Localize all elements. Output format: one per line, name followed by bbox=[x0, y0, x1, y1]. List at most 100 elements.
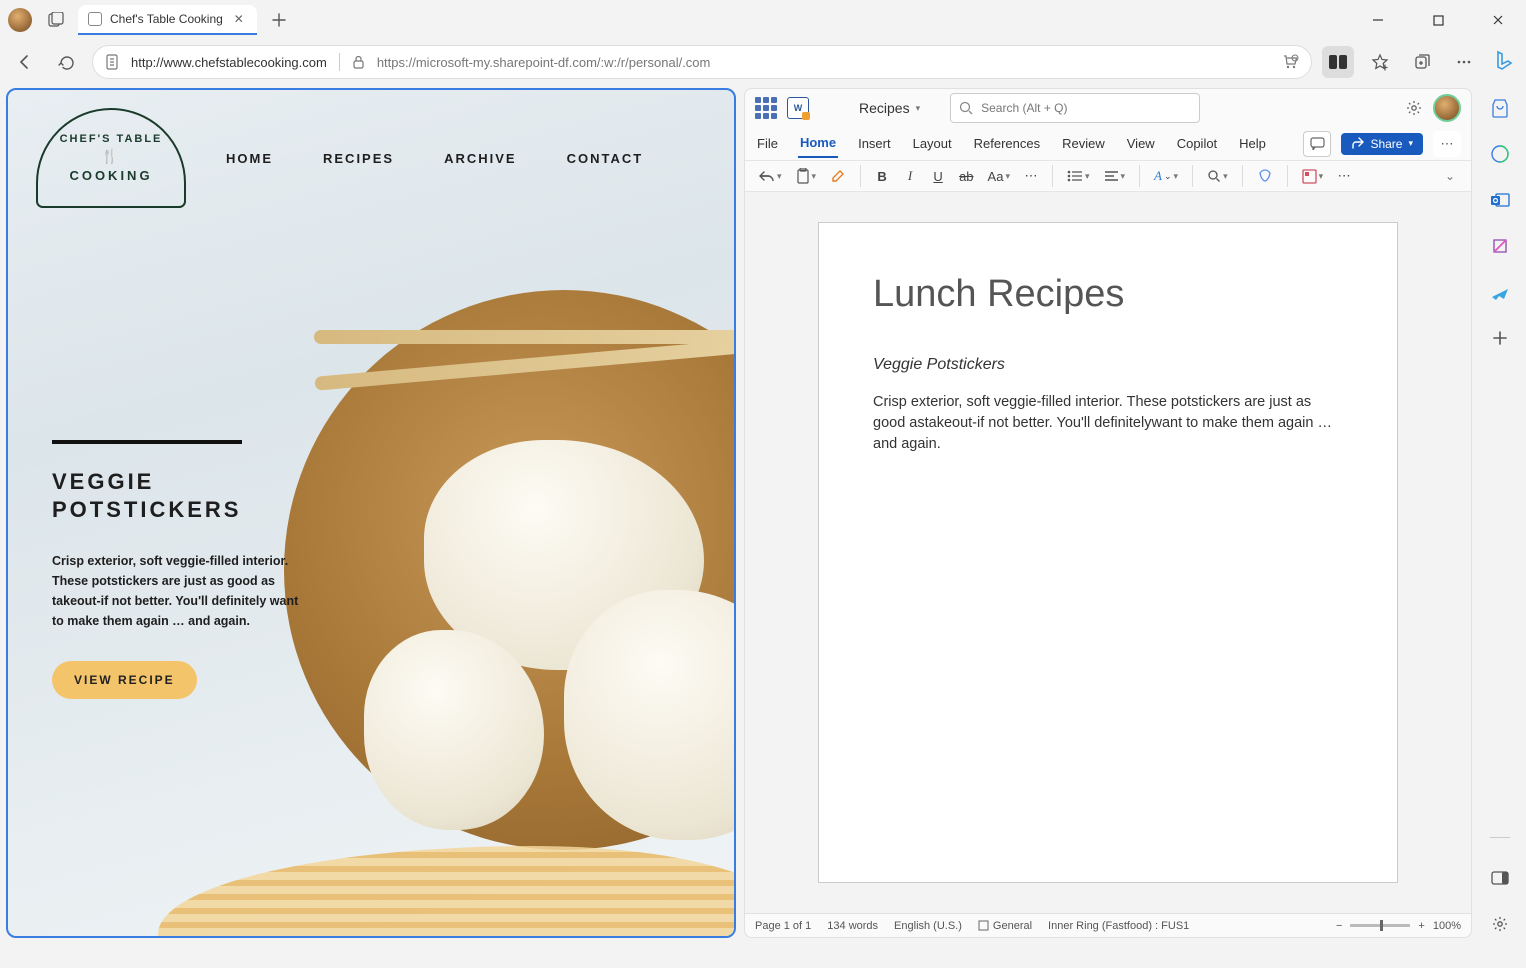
tab-actions-button[interactable] bbox=[40, 4, 72, 36]
split-screen-button[interactable] bbox=[1322, 46, 1354, 78]
bullets-button[interactable]: ▾ bbox=[1063, 166, 1094, 186]
status-general[interactable]: General bbox=[978, 920, 1032, 932]
close-window-button[interactable] bbox=[1478, 4, 1518, 36]
tab-review[interactable]: Review bbox=[1060, 130, 1107, 157]
styles-button[interactable]: A⌄▾ bbox=[1150, 165, 1182, 187]
outlook-sidebar-icon[interactable] bbox=[1486, 186, 1514, 214]
settings-icon[interactable] bbox=[1405, 99, 1423, 117]
paste-button[interactable]: ▾ bbox=[792, 165, 821, 187]
site-logo[interactable]: CHEF'S TABLE 🍴 COOKING bbox=[36, 108, 186, 208]
more-button[interactable] bbox=[1448, 46, 1480, 78]
sidebar-toggle-icon[interactable] bbox=[1486, 864, 1514, 892]
nav-recipes[interactable]: RECIPES bbox=[323, 151, 394, 166]
drop-sidebar-icon[interactable] bbox=[1486, 278, 1514, 306]
site-info-icon[interactable] bbox=[105, 54, 119, 70]
more-options-button[interactable]: ⋯ bbox=[1433, 131, 1461, 157]
search-icon bbox=[959, 101, 973, 115]
tab-favicon bbox=[88, 12, 102, 26]
maximize-button[interactable] bbox=[1418, 4, 1458, 36]
nav-home[interactable]: HOME bbox=[226, 151, 273, 166]
bold-button[interactable]: B bbox=[871, 166, 893, 187]
font-more-button[interactable]: ⋯ bbox=[1020, 165, 1042, 187]
ribbon-collapse-button[interactable]: ⌄ bbox=[1439, 166, 1461, 186]
website-pane: CHEF'S TABLE 🍴 COOKING HOME RECIPES ARCH… bbox=[6, 88, 736, 938]
status-language[interactable]: English (U.S.) bbox=[894, 920, 962, 932]
doc-heading: Lunch Recipes bbox=[873, 273, 1343, 316]
designer-button[interactable]: ▾ bbox=[1298, 166, 1328, 187]
nav-archive[interactable]: ARCHIVE bbox=[444, 151, 517, 166]
utensils-icon: 🍴 bbox=[101, 148, 120, 165]
word-pane: W Recipes ▾ Search (Alt + Q) File Home I… bbox=[744, 88, 1472, 938]
minimize-button[interactable] bbox=[1358, 4, 1398, 36]
favorites-button[interactable] bbox=[1364, 46, 1396, 78]
tab-home[interactable]: Home bbox=[798, 129, 838, 158]
share-icon bbox=[1351, 137, 1364, 150]
zoom-level[interactable]: 100% bbox=[1433, 920, 1461, 932]
zoom-control[interactable]: − + 100% bbox=[1336, 920, 1461, 932]
document-title-text: Recipes bbox=[859, 100, 910, 116]
copilot-ribbon-button[interactable] bbox=[1253, 165, 1277, 187]
share-button[interactable]: Share ▾ bbox=[1341, 133, 1423, 155]
heading-rule bbox=[52, 440, 242, 444]
recipe-headline: VEGGIE POTSTICKERS bbox=[52, 468, 312, 523]
hero-image bbox=[284, 290, 736, 850]
view-recipe-button[interactable]: VIEW RECIPE bbox=[52, 661, 197, 699]
ribbon-more-button[interactable]: ⋯ bbox=[1333, 165, 1355, 187]
designer-sidebar-icon[interactable] bbox=[1486, 232, 1514, 260]
tab-layout[interactable]: Layout bbox=[911, 130, 954, 157]
document-canvas[interactable]: Lunch Recipes Veggie Potstickers Crisp e… bbox=[745, 192, 1471, 913]
collections-button[interactable] bbox=[1406, 46, 1438, 78]
change-case-button[interactable]: Aa▾ bbox=[984, 166, 1014, 187]
app-launcher-icon[interactable] bbox=[755, 97, 777, 119]
tab-insert[interactable]: Insert bbox=[856, 130, 893, 157]
comments-button[interactable] bbox=[1303, 131, 1331, 157]
word-app-icon[interactable]: W bbox=[787, 97, 809, 119]
underline-button[interactable]: U bbox=[927, 166, 949, 187]
close-tab-icon[interactable]: ✕ bbox=[231, 11, 247, 27]
tab-copilot[interactable]: Copilot bbox=[1175, 130, 1219, 157]
lock-icon[interactable] bbox=[352, 55, 365, 70]
new-tab-button[interactable] bbox=[263, 4, 295, 36]
zoom-slider[interactable] bbox=[1350, 924, 1410, 927]
profile-avatar[interactable] bbox=[8, 8, 32, 32]
tab-view[interactable]: View bbox=[1125, 130, 1157, 157]
bing-chat-icon[interactable] bbox=[1490, 48, 1518, 76]
italic-button[interactable]: I bbox=[899, 165, 921, 187]
decorative-wave bbox=[158, 846, 736, 938]
tab-references[interactable]: References bbox=[972, 130, 1042, 157]
sidebar-settings-icon[interactable] bbox=[1486, 910, 1514, 938]
browser-titlebar: Chef's Table Cooking ✕ bbox=[0, 0, 1526, 40]
chevron-down-icon: ▾ bbox=[1408, 138, 1413, 149]
document-title[interactable]: Recipes ▾ bbox=[859, 100, 920, 116]
add-sidebar-icon[interactable] bbox=[1486, 324, 1514, 352]
shopping-icon[interactable] bbox=[1281, 53, 1299, 71]
url-left: http://www.chefstablecooking.com bbox=[131, 55, 327, 70]
tab-help[interactable]: Help bbox=[1237, 130, 1268, 157]
find-button[interactable]: ▾ bbox=[1203, 166, 1232, 186]
strikethrough-button[interactable]: ab bbox=[955, 166, 977, 187]
user-avatar[interactable] bbox=[1433, 94, 1461, 122]
undo-button[interactable]: ▾ bbox=[755, 166, 786, 186]
edge-tools-icon[interactable] bbox=[1486, 140, 1514, 168]
zoom-out-button[interactable]: − bbox=[1336, 920, 1342, 932]
status-pages[interactable]: Page 1 of 1 bbox=[755, 920, 811, 932]
format-painter-button[interactable] bbox=[826, 165, 850, 187]
status-ring: Inner Ring (Fastfood) : FUS1 bbox=[1048, 920, 1189, 932]
ribbon: ▾ ▾ B I U ab Aa▾ ⋯ ▾ ▾ A⌄▾ ▾ ▾ ⋯ ⌄ bbox=[745, 161, 1471, 192]
url-right: https://microsoft-my.sharepoint-df.com/:… bbox=[377, 55, 711, 70]
refresh-button[interactable] bbox=[50, 46, 82, 78]
address-bar[interactable]: http://www.chefstablecooking.com https:/… bbox=[92, 45, 1312, 79]
search-input[interactable]: Search (Alt + Q) bbox=[950, 93, 1200, 123]
split-content: CHEF'S TABLE 🍴 COOKING HOME RECIPES ARCH… bbox=[0, 84, 1526, 944]
document-page[interactable]: Lunch Recipes Veggie Potstickers Crisp e… bbox=[818, 222, 1398, 883]
browser-tab[interactable]: Chef's Table Cooking ✕ bbox=[78, 5, 257, 35]
word-statusbar: Page 1 of 1 134 words English (U.S.) Gen… bbox=[745, 913, 1471, 937]
tab-file[interactable]: File bbox=[755, 130, 780, 157]
status-words[interactable]: 134 words bbox=[827, 920, 878, 932]
back-button[interactable] bbox=[8, 46, 40, 78]
zoom-in-button[interactable]: + bbox=[1418, 920, 1424, 932]
shopping-sidebar-icon[interactable] bbox=[1486, 94, 1514, 122]
browser-toolbar: http://www.chefstablecooking.com https:/… bbox=[0, 40, 1526, 84]
align-button[interactable]: ▾ bbox=[1100, 167, 1130, 186]
nav-contact[interactable]: CONTACT bbox=[567, 151, 644, 166]
